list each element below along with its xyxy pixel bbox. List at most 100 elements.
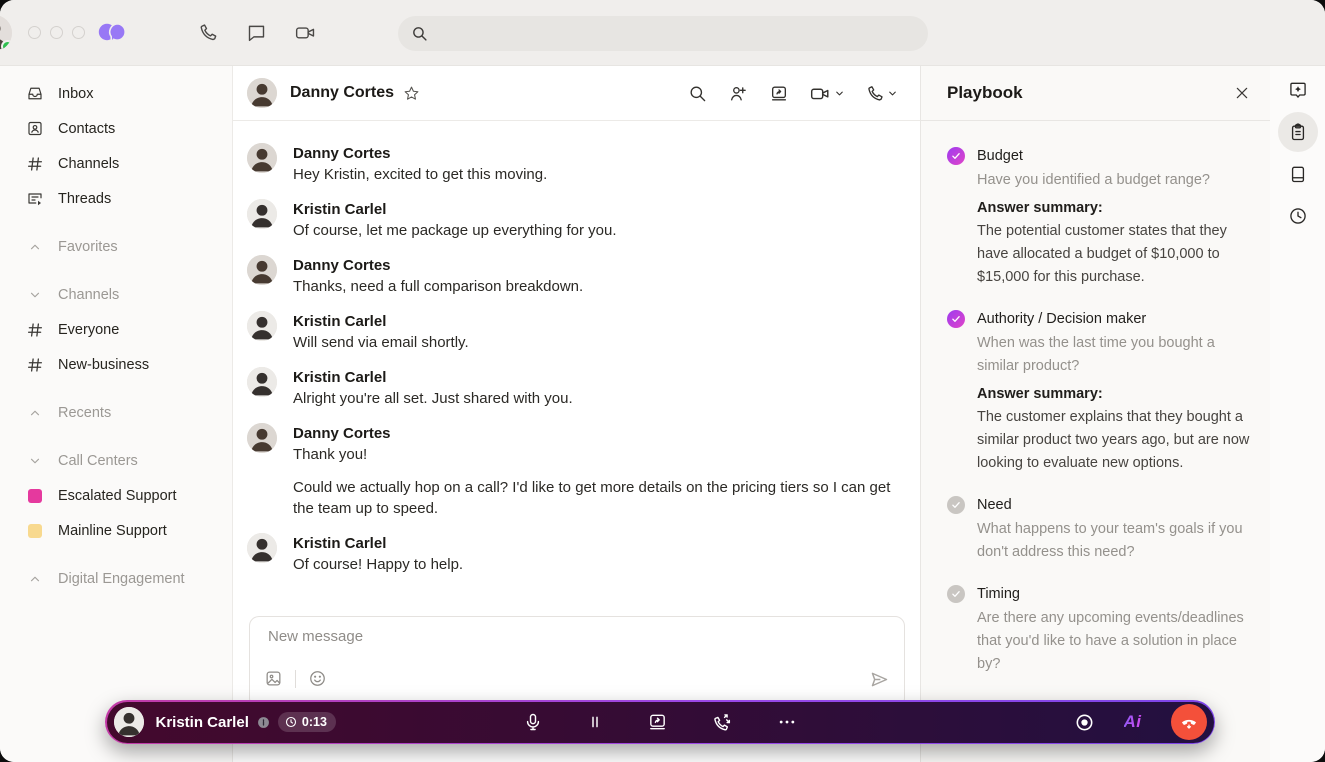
contact-avatar (247, 78, 277, 108)
answer-summary-text: The potential customer states that they … (977, 220, 1252, 289)
meetings-icon[interactable] (294, 22, 317, 43)
window-close-button[interactable] (28, 26, 41, 39)
playbook-item-label: Budget (977, 145, 1252, 167)
playbook-tab-icon[interactable] (1278, 112, 1318, 152)
caller-name: Kristin Carlel (156, 714, 249, 731)
sender-avatar (247, 311, 277, 341)
sidebar-item-inbox[interactable]: Inbox (0, 76, 232, 111)
message: Kristin Carlel Of course! Happy to help. (247, 533, 906, 575)
sidebar-item-threads[interactable]: Threads (0, 181, 232, 216)
emoji-icon[interactable] (308, 669, 327, 688)
sidebar-section-label: Favorites (58, 239, 118, 255)
sidebar-item-channels[interactable]: Channels (0, 146, 232, 181)
dialpad-logo-icon (96, 19, 128, 47)
sidebar-item-contacts[interactable]: Contacts (0, 111, 232, 146)
sidebar-section-call-centers[interactable]: Call Centers (0, 443, 232, 478)
add-person-icon[interactable] (728, 84, 748, 103)
global-search-input[interactable] (437, 25, 915, 43)
playbook-question: What happens to your team's goals if you… (977, 518, 1252, 564)
window-zoom-button[interactable] (72, 26, 85, 39)
record-icon[interactable] (1074, 712, 1095, 733)
message: Danny Cortes Thank you! (247, 423, 906, 465)
ai-logo[interactable]: Ai (1124, 712, 1142, 732)
call-info-icon[interactable] (257, 716, 270, 729)
messages-icon[interactable] (246, 22, 267, 43)
sidebar-section-recents[interactable]: Recents (0, 395, 232, 430)
history-icon[interactable] (1278, 196, 1318, 236)
transfer-call-icon[interactable] (712, 712, 733, 732)
global-search[interactable] (398, 16, 928, 51)
check-circle-icon (947, 310, 965, 328)
ai-assistant-icon[interactable] (1278, 70, 1318, 110)
sidebar-call-center-escalated[interactable]: Escalated Support (0, 478, 232, 513)
message: Danny Cortes Thanks, need a full compari… (247, 255, 906, 297)
call-icon[interactable] (866, 84, 898, 103)
caller-avatar (114, 707, 144, 737)
message: Danny Cortes Hey Kristin, excited to get… (247, 143, 906, 185)
message: Kristin Carlel Will send via email short… (247, 311, 906, 353)
attach-image-icon[interactable] (264, 669, 283, 688)
window-minimize-button[interactable] (50, 26, 63, 39)
playbook-body[interactable]: Budget Have you identified a budget rang… (921, 121, 1270, 762)
active-call-bar: Kristin Carlel 0:13 Ai (105, 700, 1215, 744)
message-sender: Danny Cortes (293, 143, 547, 164)
calls-icon[interactable] (198, 22, 219, 43)
message-composer[interactable] (249, 616, 905, 708)
sidebar-item-label: Inbox (58, 86, 93, 102)
app-window: Inbox Contacts Channels Threads Favorite… (0, 0, 1325, 762)
user-avatar[interactable] (0, 15, 12, 51)
mute-mic-icon[interactable] (523, 712, 543, 732)
sender-avatar (247, 423, 277, 453)
close-icon[interactable] (1234, 85, 1250, 101)
playbook-item-budget: Budget Have you identified a budget rang… (947, 145, 1252, 289)
chevron-down-icon (26, 288, 44, 302)
message-list[interactable]: Danny Cortes Hey Kristin, excited to get… (233, 121, 920, 616)
hold-icon[interactable] (587, 713, 603, 731)
send-icon[interactable] (869, 669, 890, 690)
sidebar-item-label: Mainline Support (58, 523, 167, 539)
message: Kristin Carlel Alright you're all set. J… (247, 367, 906, 409)
sidebar-section-favorites[interactable]: Favorites (0, 229, 232, 264)
playbook-item-label: Need (977, 494, 1252, 516)
message-text: Thanks, need a full comparison breakdown… (293, 276, 583, 297)
sidebar-item-label: New-business (58, 357, 149, 373)
playbook-item-timing: Timing Are there any upcoming events/dea… (947, 583, 1252, 676)
playbook-item-label: Timing (977, 583, 1252, 605)
sidebar-section-channels[interactable]: Channels (0, 277, 232, 312)
message-text: Of course! Happy to help. (293, 554, 463, 575)
sidebar-section-label: Call Centers (58, 453, 138, 469)
playbook-item-need: Need What happens to your team's goals i… (947, 494, 1252, 564)
sidebar-item-label: Escalated Support (58, 488, 177, 504)
message-text: Thank you! (293, 444, 391, 465)
playbook-question: Are there any upcoming events/deadlines … (977, 607, 1252, 676)
contacts-icon (26, 119, 44, 138)
sidebar-call-center-mainline[interactable]: Mainline Support (0, 513, 232, 548)
playbook-header: Playbook (921, 66, 1270, 121)
playbook-title: Playbook (947, 83, 1023, 103)
sidebar-channel-new-business[interactable]: New-business (0, 347, 232, 382)
chat-contact-name: Danny Cortes (290, 84, 394, 102)
screen-share-icon[interactable] (769, 84, 789, 103)
favorite-star-icon[interactable] (403, 85, 420, 102)
search-in-chat-icon[interactable] (688, 84, 707, 103)
new-message-input[interactable] (266, 627, 888, 646)
chevron-down-icon (26, 454, 44, 468)
end-call-button[interactable] (1171, 704, 1207, 740)
message-text: Will send via email shortly. (293, 332, 469, 353)
answer-summary-label: Answer summary: (977, 382, 1252, 406)
message: Kristin Carlel Of course, let me package… (247, 199, 906, 241)
sidebar-channel-everyone[interactable]: Everyone (0, 312, 232, 347)
sidebar-item-label: Threads (58, 191, 111, 207)
notes-icon[interactable] (1278, 154, 1318, 194)
message-text: Hey Kristin, excited to get this moving. (293, 164, 547, 185)
message-sender: Kristin Carlel (293, 199, 617, 220)
video-call-icon[interactable] (810, 84, 845, 103)
share-screen-icon[interactable] (647, 712, 668, 732)
message-sender: Danny Cortes (293, 255, 583, 276)
chevron-up-icon (26, 572, 44, 586)
sidebar-section-digital-engagement[interactable]: Digital Engagement (0, 561, 232, 596)
message-sender: Kristin Carlel (293, 311, 469, 332)
presence-indicator (1, 40, 12, 51)
sidebar: Inbox Contacts Channels Threads Favorite… (0, 66, 232, 762)
more-options-icon[interactable] (777, 712, 797, 732)
